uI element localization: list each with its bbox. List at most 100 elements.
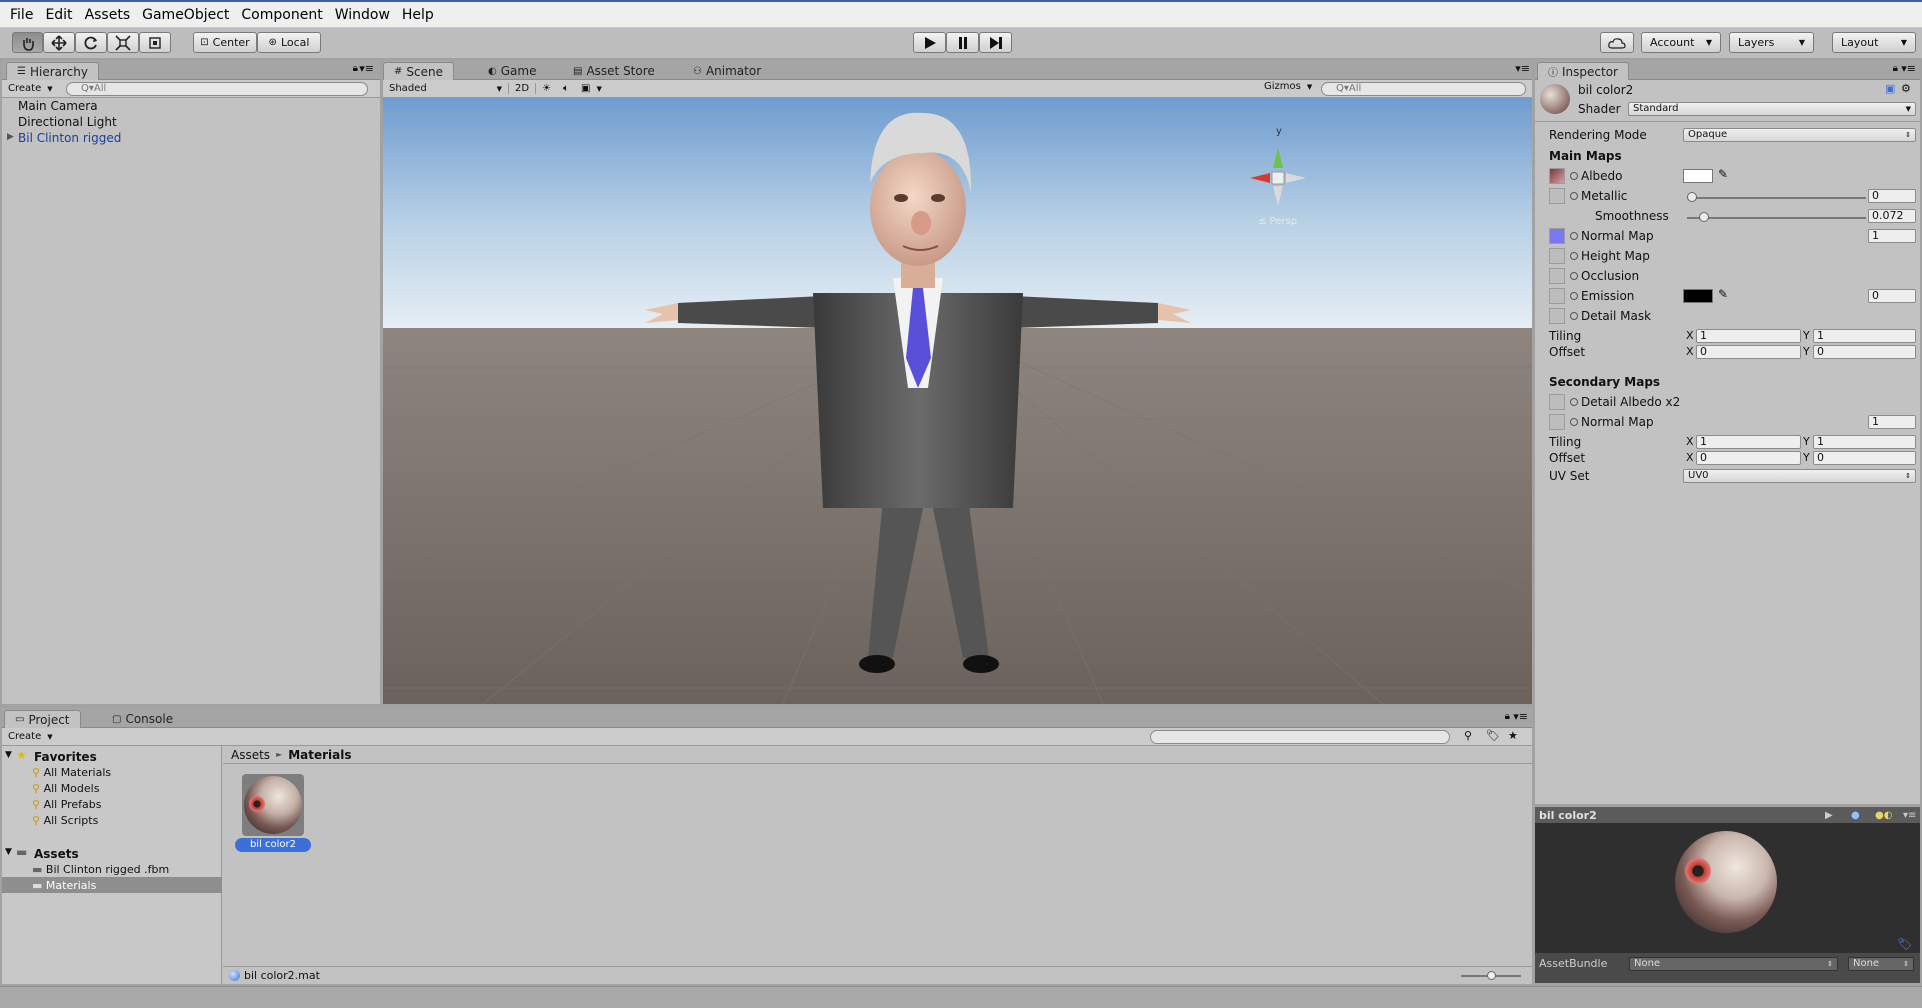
tab-game[interactable]: ◐ Game	[478, 62, 546, 80]
filter-label-icon[interactable]: 🏷︎	[1486, 729, 1500, 742]
expand-arrow-icon[interactable]: ▼	[5, 750, 12, 760]
panel-menu-icon[interactable]: ▾≡	[1515, 62, 1530, 75]
thumbnail-size-handle[interactable]	[1487, 971, 1496, 980]
emission-color-swatch[interactable]	[1683, 289, 1713, 303]
occlusion-label[interactable]: Occlusion	[1570, 269, 1639, 283]
height-map-label[interactable]: Height Map	[1570, 249, 1650, 263]
project-search-input[interactable]	[1150, 730, 1450, 744]
detail-albedo-texture-slot[interactable]	[1549, 394, 1565, 410]
menu-help[interactable]: Help	[402, 7, 434, 23]
breadcrumb-materials[interactable]: Materials	[288, 748, 351, 762]
move-tool-button[interactable]	[43, 32, 75, 53]
smoothness-slider[interactable]	[1687, 212, 1866, 222]
menu-window[interactable]: Window	[335, 7, 390, 23]
gear-icon[interactable]: ⚙	[1901, 82, 1911, 95]
menu-file[interactable]: File	[10, 7, 33, 23]
layout-dropdown[interactable]: Layout ▼	[1832, 32, 1916, 53]
scene-viewport[interactable]: y ≤ Persp	[383, 98, 1532, 704]
assetbundle-variant-dropdown[interactable]: None ⇕	[1848, 957, 1914, 971]
offset-y-input[interactable]: 0	[1813, 345, 1916, 359]
emission-label[interactable]: Emission	[1570, 289, 1634, 303]
favorite-all-models[interactable]: ⚲ All Models	[32, 782, 99, 795]
preview-light-icon[interactable]: ●◐	[1875, 810, 1892, 821]
audio-toggle[interactable]: 🔈︎	[557, 83, 575, 94]
preview-play-icon[interactable]: ▶	[1825, 810, 1833, 821]
lock-icon[interactable]: 🔒︎	[353, 63, 358, 74]
lock-icon[interactable]: 🔒︎	[1505, 711, 1510, 722]
hierarchy-create-dropdown[interactable]: Create ▼	[2, 83, 59, 94]
secondary-offset-x-input[interactable]: 0	[1696, 451, 1801, 465]
step-button[interactable]	[979, 32, 1012, 53]
tab-hierarchy[interactable]: ☰ Hierarchy	[6, 62, 99, 80]
layers-dropdown[interactable]: Layers ▼	[1729, 32, 1814, 53]
panel-menu-icon[interactable]: ▾≡	[1903, 810, 1916, 821]
uv-set-dropdown[interactable]: UV0 ⇕	[1683, 469, 1916, 483]
account-dropdown[interactable]: Account ▼	[1641, 32, 1721, 53]
tag-icon[interactable]: 🏷︎	[1897, 937, 1912, 951]
hand-tool-button[interactable]	[12, 32, 43, 53]
assets-label[interactable]: Assets	[34, 847, 79, 861]
pivot-local-button[interactable]: ⊛ Local	[257, 32, 321, 53]
detail-mask-label[interactable]: Detail Mask	[1570, 309, 1651, 323]
emission-texture-slot[interactable]	[1549, 288, 1565, 304]
albedo-label[interactable]: Albedo	[1570, 169, 1623, 183]
favorite-all-materials[interactable]: ⚲ All Materials	[32, 766, 111, 779]
folder-materials[interactable]: ▬ Materials	[32, 879, 96, 892]
albedo-color-swatch[interactable]	[1683, 169, 1713, 183]
detail-albedo-label[interactable]: Detail Albedo x2	[1570, 395, 1680, 409]
offset-x-input[interactable]: 0	[1696, 345, 1801, 359]
normal-map-scale-input[interactable]: 1	[1868, 229, 1916, 243]
hierarchy-item-main-camera[interactable]: Main Camera	[18, 99, 98, 113]
rendering-mode-dropdown[interactable]: Opaque ⇕	[1683, 128, 1916, 142]
hierarchy-item-directional-light[interactable]: Directional Light	[18, 115, 117, 129]
tab-inspector[interactable]: ⓘ Inspector	[1537, 62, 1629, 80]
tiling-x-input[interactable]: 1	[1696, 329, 1801, 343]
shading-dropdown[interactable]: Shaded ▼	[383, 83, 508, 94]
pivot-center-button[interactable]: ⊡ Center	[193, 32, 257, 53]
menu-edit[interactable]: Edit	[45, 7, 72, 23]
menu-assets[interactable]: Assets	[85, 7, 131, 23]
assetbundle-dropdown[interactable]: None ⇕	[1629, 957, 1838, 971]
eyedropper-icon[interactable]: ✎	[1718, 287, 1728, 301]
breadcrumb-assets[interactable]: Assets	[231, 748, 270, 762]
persp-label[interactable]: ≤ Persp	[1258, 216, 1297, 227]
tab-console[interactable]: ▢ Console	[102, 710, 183, 728]
expand-arrow-icon[interactable]: ▶	[7, 132, 14, 142]
scale-tool-button[interactable]	[107, 32, 139, 53]
secondary-normal-map-input[interactable]: 1	[1868, 415, 1916, 429]
tab-project[interactable]: ▭ Project	[4, 710, 81, 728]
lighting-toggle[interactable]: ☀	[536, 83, 557, 94]
panel-menu-icon[interactable]: ▾≡	[1513, 710, 1528, 723]
preview-sphere-icon[interactable]: ●	[1851, 810, 1860, 821]
secondary-tiling-x-input[interactable]: 1	[1696, 435, 1801, 449]
rect-tool-button[interactable]	[139, 32, 171, 53]
tab-scene[interactable]: # Scene	[383, 62, 454, 80]
folder-bil-clinton-fbm[interactable]: ▬ Bil Clinton rigged .fbm	[32, 863, 169, 876]
panel-menu-icon[interactable]: ▾≡	[359, 62, 374, 75]
detail-mask-texture-slot[interactable]	[1549, 308, 1565, 324]
play-button[interactable]	[913, 32, 946, 53]
expand-arrow-icon[interactable]: ▼	[5, 847, 12, 857]
secondary-normal-map-texture-slot[interactable]	[1549, 414, 1565, 430]
favorites-label[interactable]: Favorites	[34, 750, 97, 764]
metallic-input[interactable]: 0	[1868, 189, 1916, 203]
effects-dropdown[interactable]: ▣ ▼	[575, 83, 608, 94]
albedo-texture-slot[interactable]	[1549, 168, 1565, 184]
lock-icon[interactable]: 🔒︎	[1893, 63, 1898, 74]
asset-item-label[interactable]: bil color2	[235, 838, 311, 852]
hierarchy-search-input[interactable]: Q▾All	[66, 82, 368, 96]
height-map-texture-slot[interactable]	[1549, 248, 1565, 264]
normal-map-label[interactable]: Normal Map	[1570, 229, 1654, 243]
thumbnail-size-slider[interactable]	[1461, 971, 1521, 980]
menu-gameobject[interactable]: GameObject	[142, 7, 229, 23]
rotate-tool-button[interactable]	[75, 32, 107, 53]
shader-dropdown[interactable]: Standard ▼	[1628, 102, 1916, 116]
tab-asset-store[interactable]: ▤ Asset Store	[563, 62, 665, 80]
metallic-slider-handle[interactable]	[1687, 192, 1697, 202]
favorite-all-scripts[interactable]: ⚲ All Scripts	[32, 814, 98, 827]
project-create-dropdown[interactable]: Create ▼	[2, 731, 59, 742]
hierarchy-item-bil-clinton[interactable]: Bil Clinton rigged	[18, 131, 121, 145]
favorite-all-prefabs[interactable]: ⚲ All Prefabs	[32, 798, 102, 811]
smoothness-input[interactable]: 0.072	[1868, 209, 1916, 223]
secondary-offset-y-input[interactable]: 0	[1813, 451, 1916, 465]
